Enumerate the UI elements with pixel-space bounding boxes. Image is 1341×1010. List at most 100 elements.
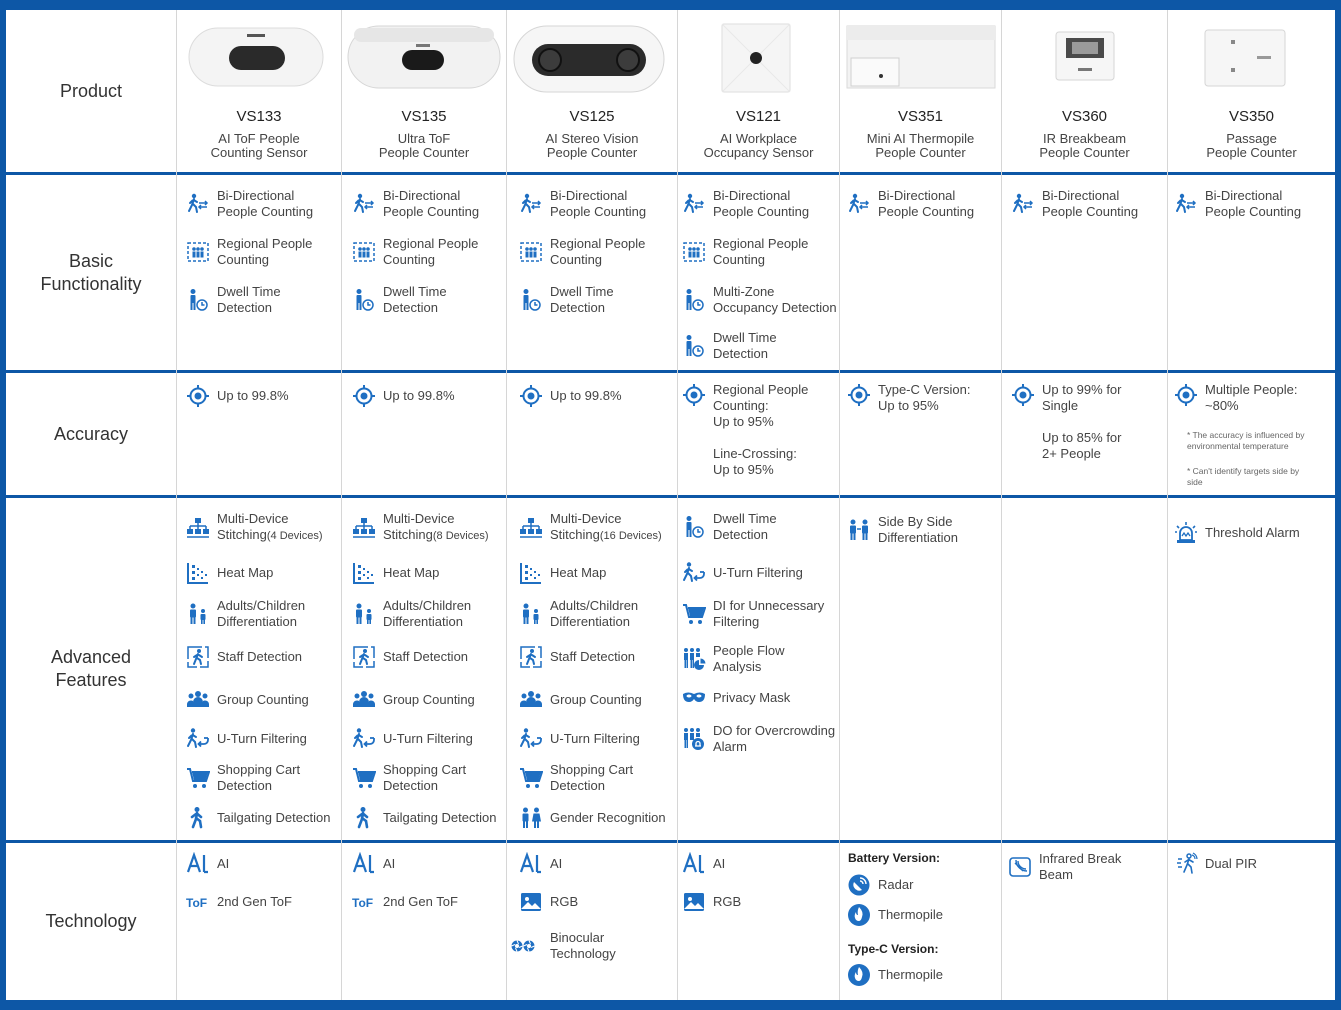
dwell-time-icon	[681, 514, 707, 540]
feature-group: Group Counting	[185, 687, 309, 713]
feature-tailgating: Tailgating Detection	[185, 805, 330, 831]
feature-heatmap: Heat Map	[185, 560, 273, 586]
feature-bidirectional: Bi-Directional People Counting	[1010, 188, 1138, 220]
feature-do: DO for Overcrowding Alarm	[681, 723, 835, 755]
row-label-advanced: Advanced Features	[50, 647, 132, 690]
u-turn-icon	[185, 726, 211, 752]
feature-dwell: Dwell Time Detection	[185, 284, 281, 316]
feature-staff: Staff Detection	[185, 644, 302, 670]
feature-gender: Gender Recognition	[518, 805, 666, 831]
staff-icon	[518, 644, 544, 670]
tech-rgb: RGB	[681, 889, 741, 915]
accuracy-value: Multiple People: ~80%	[1173, 382, 1298, 414]
product-name: VS133	[236, 108, 282, 125]
regional-people-icon	[681, 239, 707, 265]
dwell-time-icon	[681, 287, 707, 313]
row-label-accuracy: Accuracy	[53, 423, 129, 444]
row-divider	[6, 370, 1335, 373]
bidirectional-walk-icon	[1173, 191, 1199, 217]
accuracy-value: Up to 99.8%	[518, 383, 622, 409]
bidirectional-walk-icon	[1010, 191, 1036, 217]
ai-icon	[681, 851, 707, 877]
overcrowding-icon	[681, 726, 707, 752]
feature-adults-children: Adults/Children Differentiation	[518, 598, 638, 630]
feature-adults-children: Adults/Children Differentiation	[351, 598, 471, 630]
target-icon	[1173, 382, 1199, 408]
feature-regional: Regional People Counting	[518, 236, 645, 268]
bidirectional-walk-icon	[185, 191, 211, 217]
accuracy-footnote: * Can't identify targets side by side	[1187, 466, 1300, 487]
target-icon	[351, 383, 377, 409]
heat-map-icon	[518, 560, 544, 586]
tailgating-icon	[185, 805, 211, 831]
group-icon	[185, 687, 211, 713]
tech-ai: AI	[185, 851, 229, 877]
dwell-time-icon	[518, 287, 544, 313]
feature-heatmap: Heat Map	[351, 560, 439, 586]
feature-group: Group Counting	[351, 687, 475, 713]
regional-people-icon	[518, 239, 544, 265]
shopping-cart-icon	[681, 601, 707, 627]
target-icon	[1010, 382, 1036, 408]
adults-children-icon	[351, 601, 377, 627]
product-desc: AI ToF People Counting Sensor	[210, 131, 308, 160]
tech-rgb: RGB	[518, 889, 578, 915]
feature-regional: Regional People Counting	[681, 236, 808, 268]
tech-radar: Radar	[846, 872, 913, 898]
feature-people-flow: People Flow Analysis	[681, 643, 785, 675]
group-icon	[518, 687, 544, 713]
stitching-icon	[518, 515, 544, 541]
infrared-beam-icon	[1007, 854, 1033, 880]
bidirectional-walk-icon	[846, 191, 872, 217]
stitching-icon	[185, 515, 211, 541]
u-turn-icon	[351, 726, 377, 752]
row-label-product: Product	[59, 80, 123, 101]
alarm-icon	[1173, 520, 1199, 546]
feature-group: Group Counting	[518, 687, 642, 713]
vs125-image	[513, 25, 665, 93]
product-desc: AI Workplace Occupancy Sensor	[703, 131, 814, 160]
accuracy-value: Up to 99.8%	[351, 383, 455, 409]
feature-bidirectional: Bi-Directional People Counting	[846, 188, 974, 220]
product-name: VS135	[401, 108, 447, 125]
product-name: VS351	[897, 108, 944, 125]
target-icon	[185, 383, 211, 409]
feature-uturn: U-Turn Filtering	[351, 726, 473, 752]
adults-children-icon	[518, 601, 544, 627]
row-divider	[6, 172, 1335, 175]
heat-map-icon	[185, 560, 211, 586]
radar-icon	[846, 872, 872, 898]
dwell-time-icon	[185, 287, 211, 313]
feature-adults-children: Adults/Children Differentiation	[185, 598, 305, 630]
battery-version-label: Battery Version:	[848, 851, 941, 865]
row-label-basic: Basic Functionality	[40, 250, 142, 294]
tof-icon	[351, 889, 377, 915]
feature-cart: Shopping Cart Detection	[185, 762, 300, 794]
stitching-icon	[351, 515, 377, 541]
tech-ai: AI	[681, 851, 725, 877]
target-icon	[846, 382, 872, 408]
product-desc: Passage People Counter	[1206, 131, 1297, 160]
staff-icon	[185, 644, 211, 670]
feature-stitching: Multi-Device Stitching(4 Devices)	[185, 511, 323, 544]
shopping-cart-icon	[185, 765, 211, 791]
feature-privacy: Privacy Mask	[681, 685, 790, 711]
vs360-image	[1055, 31, 1115, 81]
tof-icon	[185, 889, 211, 915]
tech-tof: 2nd Gen ToF	[351, 889, 458, 915]
dwell-time-icon	[681, 333, 707, 359]
accuracy-value: Regional People Counting: Up to 95% Line-Cr…	[681, 382, 808, 478]
product-name: VS121	[735, 108, 782, 125]
feature-di: DI for Unnecessary Filtering	[681, 598, 824, 630]
adults-children-icon	[185, 601, 211, 627]
feature-bidirectional: Bi-Directional People Counting	[1173, 188, 1301, 220]
feature-cart: Shopping Cart Detection	[518, 762, 633, 794]
product-desc: AI Stereo Vision People Counter	[545, 131, 639, 160]
comparison-table: Product Basic Functionality Accuracy Adv…	[6, 10, 1335, 1000]
target-icon	[518, 383, 544, 409]
feature-regional: Regional People Counting	[351, 236, 478, 268]
rgb-image-icon	[681, 889, 707, 915]
feature-threshold: Threshold Alarm	[1173, 520, 1300, 546]
ai-icon	[185, 851, 211, 877]
shopping-cart-icon	[351, 765, 377, 791]
